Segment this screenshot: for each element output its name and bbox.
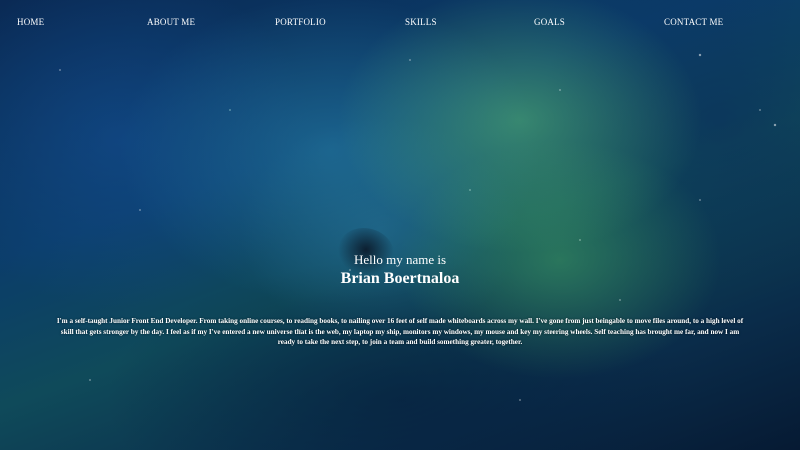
- hero-bio: I'm a self-taught Junior Front End Devel…: [56, 317, 744, 347]
- nav-link-goals[interactable]: GOALS: [534, 17, 565, 27]
- nav-link-contact-me[interactable]: CONTACT ME: [664, 17, 723, 27]
- main-nav: HOME ABOUT ME PORTFOLIO SKILLS GOALS CON…: [0, 17, 800, 31]
- star-field: [0, 0, 800, 450]
- nav-link-portfolio[interactable]: PORTFOLIO: [275, 17, 326, 27]
- nav-link-about-me[interactable]: ABOUT ME: [147, 17, 195, 27]
- hero-name: Brian Boertnaloa: [340, 270, 460, 287]
- nav-link-skills[interactable]: SKILLS: [405, 17, 437, 27]
- hero-greeting: Hello my name is: [353, 252, 447, 267]
- nav-link-home[interactable]: HOME: [17, 17, 44, 27]
